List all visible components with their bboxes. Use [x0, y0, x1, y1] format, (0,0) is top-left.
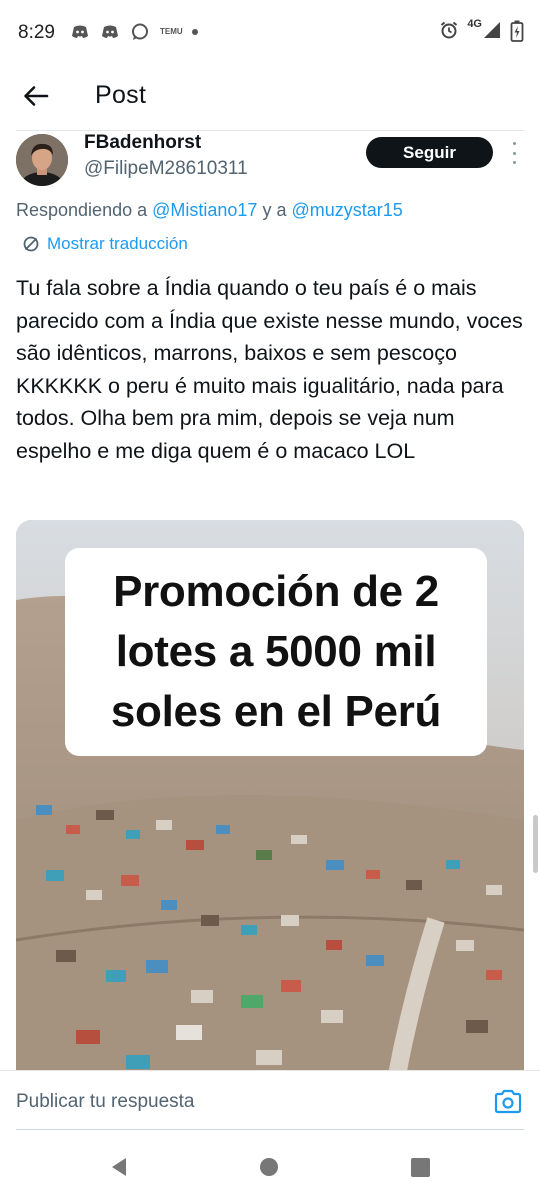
- battery-icon: [510, 20, 524, 42]
- divider: [16, 130, 524, 131]
- translate-icon: [23, 236, 39, 252]
- arrow-left-icon: [24, 86, 49, 106]
- camera-icon[interactable]: [493, 1089, 525, 1117]
- status-bar: 8:29 TEMU 4G: [0, 0, 540, 66]
- show-translation-link[interactable]: Mostrar traducción: [22, 234, 188, 254]
- signal-icon: [482, 20, 502, 40]
- reply-bar: Publicar tu respuesta: [0, 1070, 540, 1132]
- chat-bubble-icon: [130, 22, 150, 42]
- avatar[interactable]: [16, 134, 68, 186]
- more-options-icon[interactable]: [508, 142, 520, 164]
- reply-join: y a: [262, 200, 287, 220]
- temu-icon: TEMU: [160, 27, 183, 36]
- back-button[interactable]: [16, 78, 56, 114]
- show-translation-label: Mostrar traducción: [47, 234, 188, 253]
- nav-back-icon[interactable]: [108, 1156, 130, 1178]
- post-text: Tu fala sobre a Índia quando o teu país …: [16, 276, 523, 463]
- top-app-bar: Post: [0, 66, 540, 126]
- reply-prefix: Respondiendo a: [16, 200, 148, 220]
- mention-link[interactable]: @muzystar15: [292, 200, 403, 220]
- scrollbar[interactable]: [533, 815, 538, 873]
- system-icons: 4G: [439, 18, 524, 42]
- replying-to: Respondiendo a @Mistiano17 y a @muzystar…: [16, 200, 403, 221]
- reply-input[interactable]: Publicar tu respuesta: [16, 1085, 456, 1119]
- status-time: 8:29: [18, 22, 55, 43]
- mention-link[interactable]: @Mistiano17: [152, 200, 257, 220]
- media-caption-text: Promoción de 2 lotes a 5000 mil soles en…: [110, 567, 442, 736]
- discord-icon: [100, 22, 120, 42]
- follow-button[interactable]: Seguir: [366, 137, 493, 168]
- page-title: Post: [95, 81, 147, 109]
- nav-home-icon[interactable]: [260, 1158, 278, 1176]
- dot-icon: [192, 29, 198, 35]
- user-handle[interactable]: @FilipeM28610311: [84, 158, 248, 180]
- notification-icons: TEMU: [70, 22, 198, 42]
- network-type: 4G: [467, 18, 482, 30]
- reply-input-underline: [16, 1129, 524, 1130]
- post-media[interactable]: Promoción de 2 lotes a 5000 mil soles en…: [16, 520, 524, 1080]
- display-name[interactable]: FBadenhorst: [84, 132, 201, 154]
- discord-icon: [70, 22, 90, 42]
- system-nav-bar: [0, 1134, 540, 1200]
- alarm-icon: [439, 20, 459, 40]
- nav-recents-icon[interactable]: [411, 1158, 430, 1177]
- media-caption: Promoción de 2 lotes a 5000 mil soles en…: [65, 548, 487, 756]
